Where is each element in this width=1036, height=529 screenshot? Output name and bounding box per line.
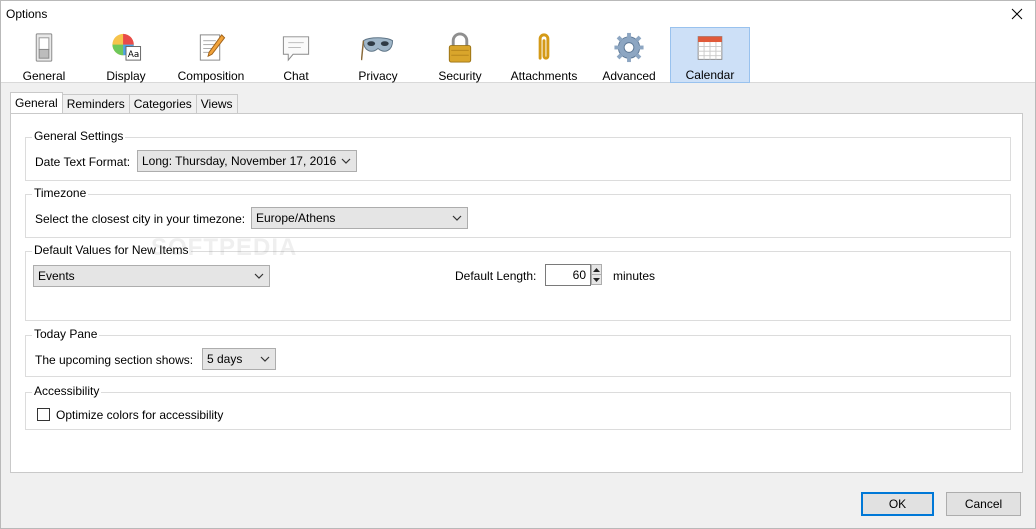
- toolbar-label: Advanced: [602, 69, 656, 83]
- timezone-value: Europe/Athens: [256, 211, 336, 225]
- toolbar-display[interactable]: Aa Display: [99, 27, 153, 83]
- chevron-down-icon: [260, 356, 270, 362]
- group-title: Timezone: [32, 186, 89, 200]
- accessibility-group: Accessibility Optimize colors for access…: [25, 384, 1011, 430]
- ok-button[interactable]: OK: [861, 492, 934, 516]
- default-length-stepper: [591, 264, 602, 286]
- toolbar-attachments[interactable]: Attachments: [507, 27, 581, 83]
- toolbar-advanced[interactable]: Advanced: [599, 27, 659, 83]
- cancel-button[interactable]: Cancel: [946, 492, 1021, 516]
- timezone-select[interactable]: Europe/Athens: [251, 207, 468, 229]
- toolbar-label: Chat: [283, 69, 309, 83]
- toolbar-general[interactable]: General: [15, 27, 73, 83]
- display-icon: Aa: [112, 33, 142, 61]
- close-icon: [1011, 8, 1023, 20]
- svg-text:Aa: Aa: [128, 50, 139, 60]
- upcoming-select[interactable]: 5 days: [202, 348, 276, 370]
- padlock-icon: [448, 32, 472, 63]
- date-format-value: Long: Thursday, November 17, 2016: [142, 154, 337, 168]
- date-format-label: Date Text Format:: [35, 155, 131, 169]
- category-toolbar: General Aa Display Composition Chat Priv…: [1, 27, 1035, 83]
- chevron-down-icon: [254, 273, 264, 279]
- general-settings-group: General Settings Date Text Format: Long:…: [25, 129, 1011, 181]
- default-length-input[interactable]: 60: [545, 264, 591, 286]
- toolbar-composition[interactable]: Composition: [173, 27, 249, 83]
- triangle-up-icon: [593, 267, 600, 272]
- optimize-colors-checkbox[interactable]: [37, 408, 50, 421]
- toolbar-label: Attachments: [510, 69, 578, 83]
- chevron-down-icon: [452, 215, 462, 221]
- toolbar-label: Composition: [177, 69, 245, 83]
- upcoming-label: The upcoming section shows:: [35, 353, 194, 367]
- today-pane-group: Today Pane The upcoming section shows: 5…: [25, 327, 1011, 377]
- item-type-value: Events: [38, 269, 75, 283]
- toolbar-security[interactable]: Security: [433, 27, 487, 83]
- close-button[interactable]: [1003, 3, 1031, 25]
- mask-icon: [361, 37, 394, 61]
- default-values-group: Default Values for New Items Events Defa…: [25, 243, 1011, 321]
- tab-general[interactable]: General: [10, 92, 63, 113]
- tab-categories[interactable]: Categories: [128, 94, 197, 114]
- gear-icon: [614, 32, 644, 63]
- toolbar-calendar[interactable]: Calendar: [670, 27, 750, 83]
- group-title: General Settings: [32, 129, 126, 143]
- chevron-down-icon: [341, 158, 351, 164]
- title-bar: Options: [1, 1, 1035, 27]
- toolbar-privacy[interactable]: Privacy: [351, 27, 405, 83]
- stepper-down-button[interactable]: [591, 274, 602, 285]
- toolbar-label: General: [22, 69, 66, 83]
- calendar-icon: [697, 36, 723, 60]
- upcoming-value: 5 days: [207, 352, 243, 366]
- group-title: Accessibility: [32, 384, 102, 398]
- item-type-select[interactable]: Events: [33, 265, 270, 287]
- composition-icon: [199, 34, 226, 61]
- group-title: Default Values for New Items: [32, 243, 191, 257]
- optimize-colors-label: Optimize colors for accessibility: [56, 408, 224, 422]
- toolbar-label: Security: [438, 69, 482, 83]
- default-length-unit: minutes: [613, 269, 656, 283]
- timezone-city-label: Select the closest city in your timezone…: [35, 212, 246, 226]
- subtab-bar: General Reminders Categories Views: [10, 92, 238, 114]
- timezone-group: Timezone Select the closest city in your…: [25, 186, 1011, 238]
- default-length-label: Default Length:: [455, 269, 537, 283]
- group-title: Today Pane: [32, 327, 100, 341]
- options-window: Options General Aa Display Composition C…: [0, 0, 1036, 529]
- chat-icon: [282, 36, 310, 62]
- switch-icon: [35, 33, 53, 62]
- tab-reminders[interactable]: Reminders: [61, 94, 130, 114]
- toolbar-chat[interactable]: Chat: [269, 27, 323, 83]
- triangle-down-icon: [593, 277, 600, 282]
- toolbar-label: Privacy: [358, 69, 398, 83]
- date-format-select[interactable]: Long: Thursday, November 17, 2016: [137, 150, 357, 172]
- toolbar-label: Display: [106, 69, 146, 83]
- toolbar-label: Calendar: [685, 68, 735, 82]
- window-title: Options: [6, 7, 48, 21]
- tab-panel-general: General Settings Date Text Format: Long:…: [10, 113, 1023, 473]
- paperclip-icon: [538, 33, 550, 60]
- tab-views[interactable]: Views: [195, 94, 238, 114]
